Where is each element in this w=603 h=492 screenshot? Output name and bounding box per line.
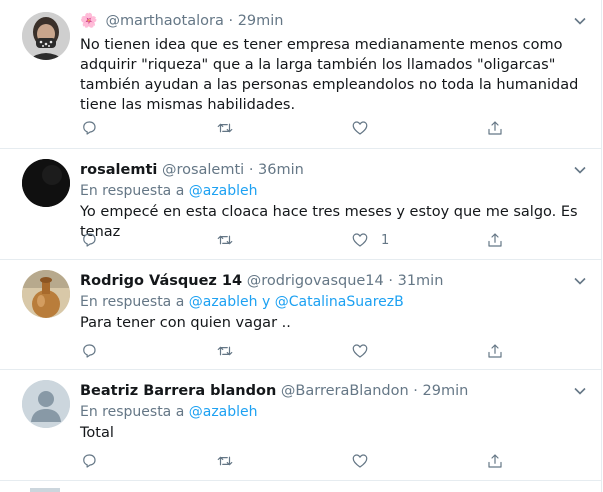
- user-handle[interactable]: @rodrigovasque14: [247, 273, 384, 289]
- heart-icon: [352, 454, 368, 468]
- retweet-button[interactable]: [216, 230, 234, 250]
- tweet[interactable]: 🌸 @marthaotalora · 29min No tienen idea q…: [0, 0, 601, 149]
- tweet[interactable]: rosalemti @rosalemti · 36min En respuest…: [0, 149, 601, 260]
- flower-emoji-icon: 🌸: [80, 13, 98, 29]
- display-name[interactable]: rosalemti: [80, 162, 157, 178]
- tweet[interactable]: Beatriz Barrera blandon @BarreraBlandon …: [0, 370, 601, 481]
- like-button[interactable]: [351, 451, 381, 471]
- separator: ·: [228, 13, 234, 29]
- retweet-button[interactable]: [216, 451, 234, 471]
- reply-button[interactable]: [80, 451, 98, 471]
- chevron-down-icon[interactable]: [573, 14, 587, 28]
- reply-button[interactable]: [80, 118, 98, 138]
- reply-joiner: y: [261, 294, 271, 310]
- tweet-feed: 🌸 @marthaotalora · 29min No tienen idea q…: [0, 0, 602, 492]
- mention-link[interactable]: @azableh: [189, 294, 258, 310]
- like-count: 1: [381, 232, 390, 248]
- user-handle[interactable]: @BarreraBlandon: [281, 383, 409, 399]
- reply-context: En respuesta a @azableh: [80, 403, 258, 421]
- mention-link[interactable]: @azableh: [189, 404, 258, 420]
- tweet-actions: [80, 451, 510, 471]
- share-icon: [488, 454, 502, 468]
- display-name[interactable]: Beatriz Barrera blandon: [80, 383, 276, 399]
- tweet-header: 🌸 @marthaotalora · 29min: [80, 12, 561, 30]
- reply-button[interactable]: [80, 230, 98, 250]
- tweet-text: Total: [80, 425, 114, 441]
- avatar[interactable]: [22, 270, 70, 318]
- share-button[interactable]: [486, 451, 504, 471]
- retweet-icon: [217, 235, 233, 245]
- avatar[interactable]: [22, 12, 70, 60]
- reply-icon: [83, 454, 96, 468]
- chevron-down-icon[interactable]: [573, 274, 587, 288]
- reply-icon: [83, 233, 96, 247]
- retweet-icon: [217, 123, 233, 133]
- next-tweet-avatar-edge: [30, 488, 60, 492]
- tweet-text: No tienen idea que es tener empresa medi…: [80, 37, 579, 113]
- avatar[interactable]: [22, 380, 70, 428]
- reply-button[interactable]: [80, 341, 98, 361]
- share-icon: [488, 121, 502, 135]
- reply-icon: [83, 344, 96, 358]
- tweet-text: Para tener con quien vagar ..: [80, 315, 291, 331]
- tweet-header: Rodrigo Vásquez 14 @rodrigovasque14 · 31…: [80, 272, 561, 290]
- mention-link[interactable]: @azableh: [189, 183, 258, 199]
- share-icon: [488, 233, 502, 247]
- reply-context: En respuesta a @azableh y @CatalinaSuare…: [80, 293, 404, 311]
- timestamp[interactable]: 36min: [258, 162, 304, 178]
- tweet-actions: 1: [80, 230, 510, 250]
- chevron-down-icon[interactable]: [573, 163, 587, 177]
- tweet[interactable]: Rodrigo Vásquez 14 @rodrigovasque14 · 31…: [0, 260, 601, 370]
- like-button[interactable]: 1: [351, 230, 389, 250]
- timestamp[interactable]: 29min: [238, 13, 284, 29]
- retweet-button[interactable]: [216, 341, 234, 361]
- timestamp[interactable]: 31min: [398, 273, 444, 289]
- reply-prefix: En respuesta a: [80, 294, 185, 310]
- tweet-actions: [80, 341, 510, 361]
- share-button[interactable]: [486, 230, 504, 250]
- share-button[interactable]: [486, 118, 504, 138]
- tweet-actions: [80, 118, 510, 138]
- separator: ·: [413, 383, 418, 399]
- user-handle[interactable]: @marthaotalora: [105, 13, 223, 29]
- share-button[interactable]: [486, 341, 504, 361]
- like-button[interactable]: [351, 118, 381, 138]
- chevron-down-icon[interactable]: [573, 384, 587, 398]
- share-icon: [488, 344, 502, 358]
- reply-prefix: En respuesta a: [80, 183, 185, 199]
- user-handle[interactable]: @rosalemti: [162, 162, 244, 178]
- heart-icon: [352, 121, 368, 135]
- mention-link[interactable]: @CatalinaSuarezB: [275, 294, 404, 310]
- retweet-button[interactable]: [216, 118, 234, 138]
- avatar[interactable]: [22, 159, 70, 207]
- heart-icon: [352, 344, 368, 358]
- retweet-icon: [217, 346, 233, 356]
- like-button[interactable]: [351, 341, 381, 361]
- reply-prefix: En respuesta a: [80, 404, 185, 420]
- retweet-icon: [217, 456, 233, 466]
- reply-context: En respuesta a @azableh: [80, 182, 258, 200]
- separator: ·: [248, 162, 254, 178]
- heart-icon: [352, 233, 368, 247]
- reply-icon: [83, 121, 96, 135]
- separator: ·: [388, 273, 393, 289]
- tweet-header: rosalemti @rosalemti · 36min: [80, 161, 561, 179]
- display-name[interactable]: Rodrigo Vásquez 14: [80, 273, 242, 289]
- timestamp[interactable]: 29min: [423, 383, 469, 399]
- tweet-header: Beatriz Barrera blandon @BarreraBlandon …: [80, 382, 561, 400]
